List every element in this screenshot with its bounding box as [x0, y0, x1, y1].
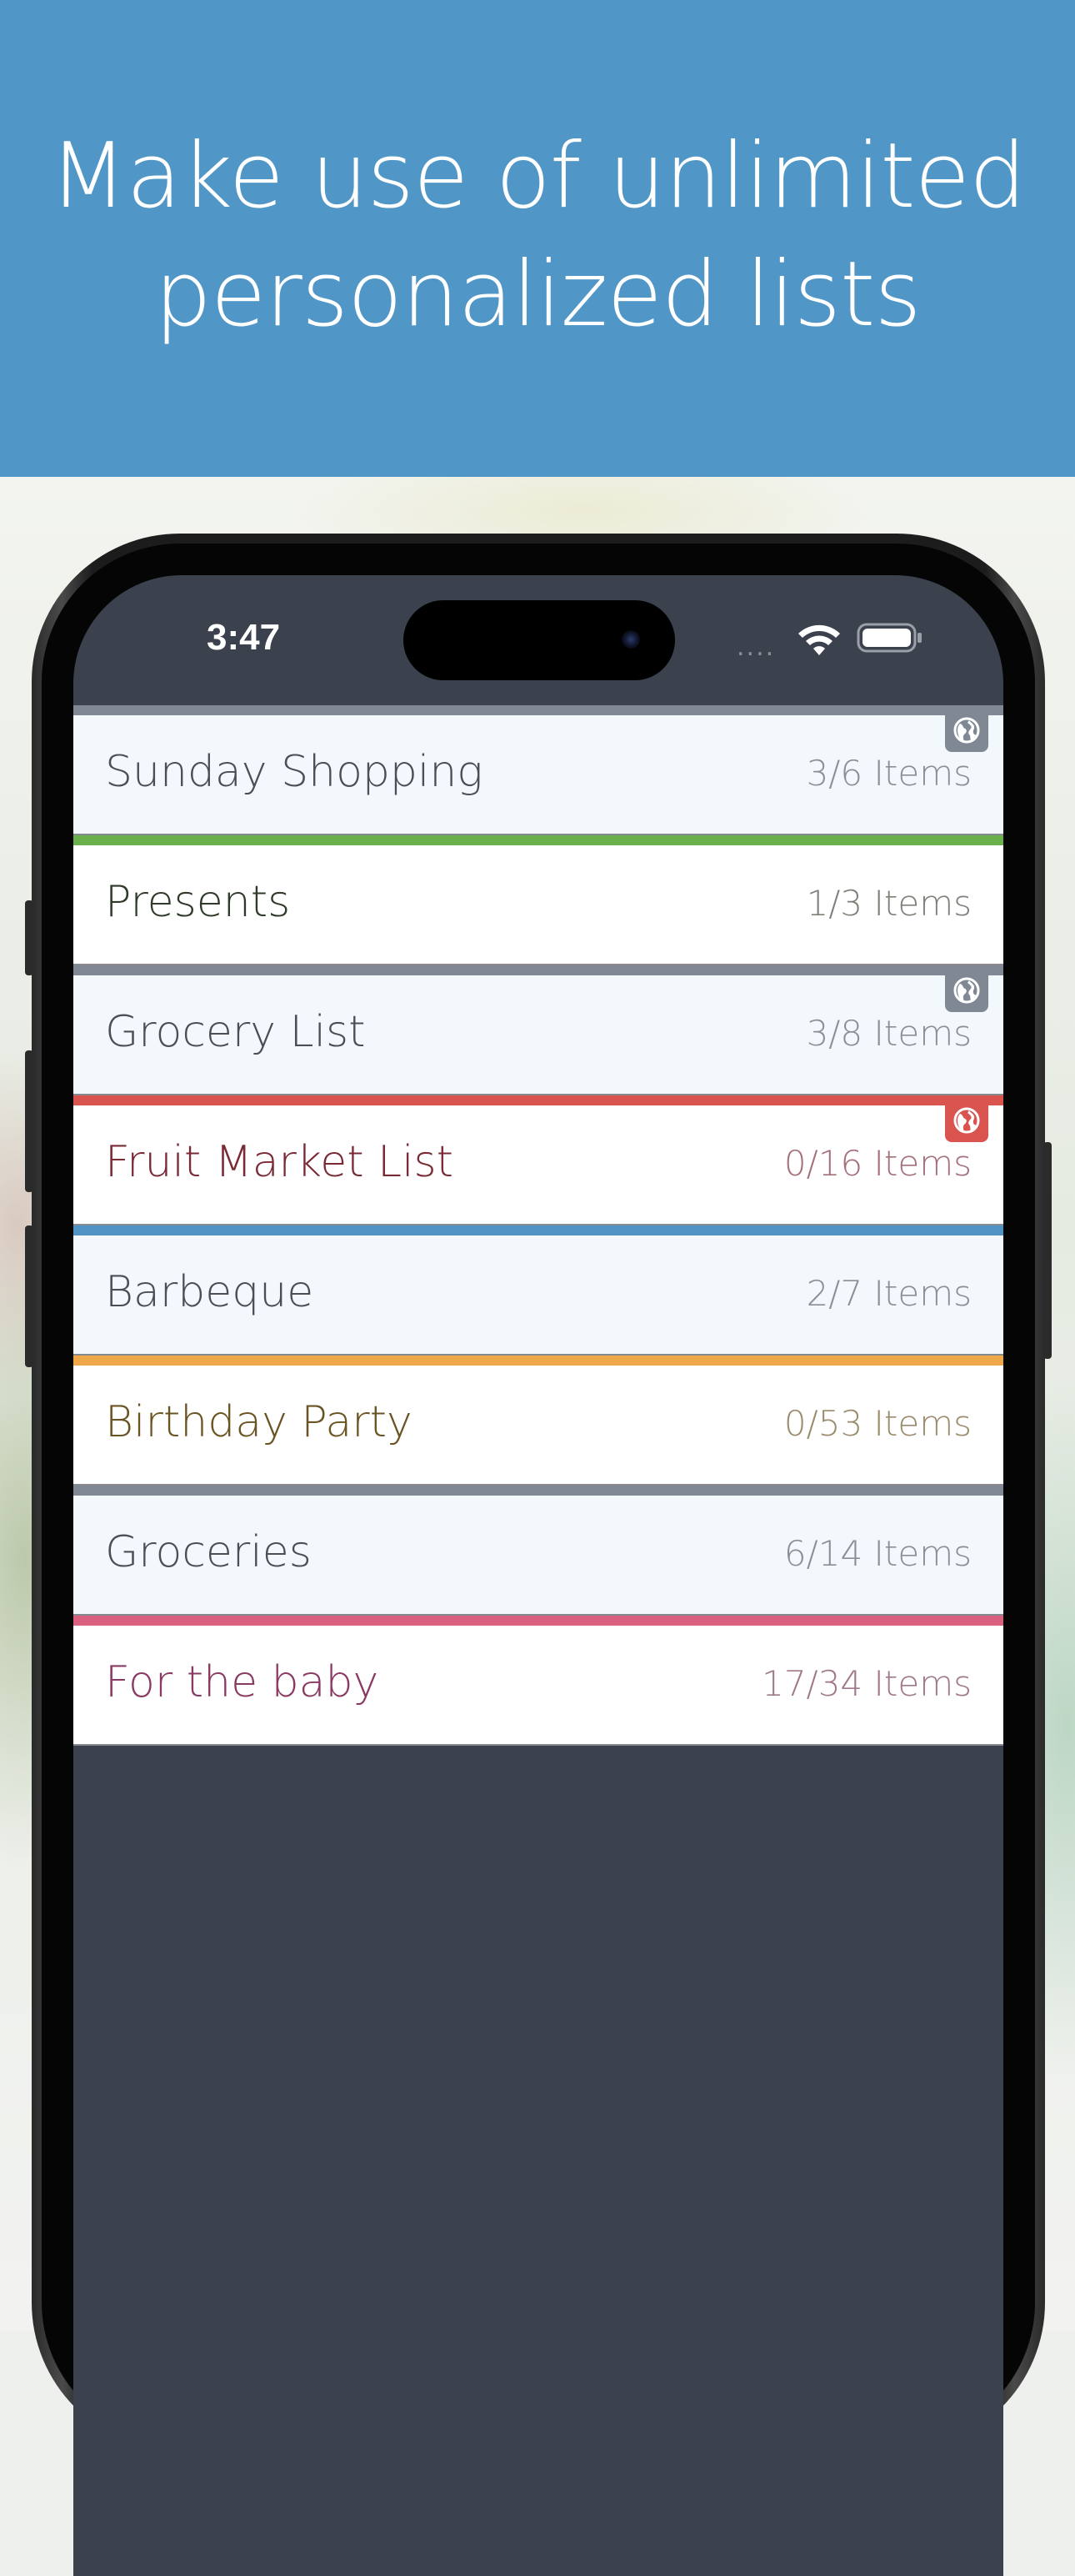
list-item-count: 0/16 Items	[783, 1143, 972, 1184]
list-item[interactable]: Presents 1/3 Items	[73, 835, 1003, 965]
promo-header: Make use of unlimited personalized lists	[0, 0, 1075, 477]
shared-globe-icon	[945, 965, 988, 1012]
status-bar: 3:47 ....	[73, 575, 1003, 700]
volume-up-button	[25, 1050, 33, 1192]
list-color-bar	[73, 1616, 1003, 1626]
list-item-count: 0/53 Items	[783, 1403, 972, 1444]
list-item-count: 1/3 Items	[806, 883, 972, 924]
list-color-bar	[73, 965, 1003, 975]
list-item[interactable]: For the baby 17/34 Items	[73, 1616, 1003, 1746]
list-name: Sunday Shopping	[105, 747, 483, 797]
list-item[interactable]: Groceries 6/14 Items	[73, 1486, 1003, 1616]
row-divider	[73, 1744, 1003, 1746]
promo-title-line1: Make use of unlimited	[49, 124, 1026, 228]
list-item-count: 2/7 Items	[806, 1273, 972, 1314]
list-item[interactable]: Fruit Market List 0/16 Items	[73, 1095, 1003, 1225]
promo-title-line2: personalized lists	[154, 243, 921, 347]
list-name: Fruit Market List	[105, 1137, 454, 1187]
list-name: Birthday Party	[105, 1397, 412, 1447]
dynamic-island	[403, 600, 675, 680]
list-color-bar	[73, 1486, 1003, 1496]
phone-frame: 3:47 .... Sunday Shopping 3/6 Items Presen…	[25, 534, 1052, 2576]
list-color-bar	[73, 835, 1003, 845]
shared-globe-icon	[945, 705, 988, 752]
list-item[interactable]: Birthday Party 0/53 Items	[73, 1356, 1003, 1486]
list-name: For the baby	[105, 1657, 379, 1707]
list-color-bar	[73, 1095, 1003, 1105]
list-name: Groceries	[105, 1527, 312, 1577]
front-camera	[622, 630, 640, 649]
list-item[interactable]: Grocery List 3/8 Items	[73, 965, 1003, 1095]
power-button	[1043, 1142, 1052, 1359]
promo-title: Make use of unlimited personalized lists	[49, 118, 1026, 354]
list-item[interactable]: Sunday Shopping 3/6 Items	[73, 705, 1003, 835]
cellular-signal-icon: ....	[737, 633, 776, 662]
list-item-count: 3/8 Items	[806, 1013, 972, 1054]
list-name: Presents	[105, 877, 291, 927]
list-item-count: 17/34 Items	[762, 1663, 972, 1704]
action-button	[25, 900, 33, 975]
phone-screen: 3:47 .... Sunday Shopping 3/6 Items Presen…	[73, 575, 1003, 2576]
list-color-bar	[73, 705, 1003, 715]
list-item-count: 3/6 Items	[806, 753, 972, 794]
list-name: Grocery List	[105, 1007, 366, 1057]
battery-icon	[857, 623, 922, 653]
status-time: 3:47	[207, 617, 281, 658]
wifi-icon	[798, 624, 840, 655]
list-name: Barbeque	[105, 1267, 314, 1317]
list-color-bar	[73, 1225, 1003, 1235]
lists-list: Sunday Shopping 3/6 Items Presents 1/3 Item…	[73, 705, 1003, 1746]
list-item[interactable]: Barbeque 2/7 Items	[73, 1225, 1003, 1356]
volume-down-button	[25, 1225, 33, 1367]
list-item-count: 6/14 Items	[783, 1533, 972, 1574]
shared-globe-icon	[945, 1095, 988, 1142]
list-color-bar	[73, 1356, 1003, 1366]
